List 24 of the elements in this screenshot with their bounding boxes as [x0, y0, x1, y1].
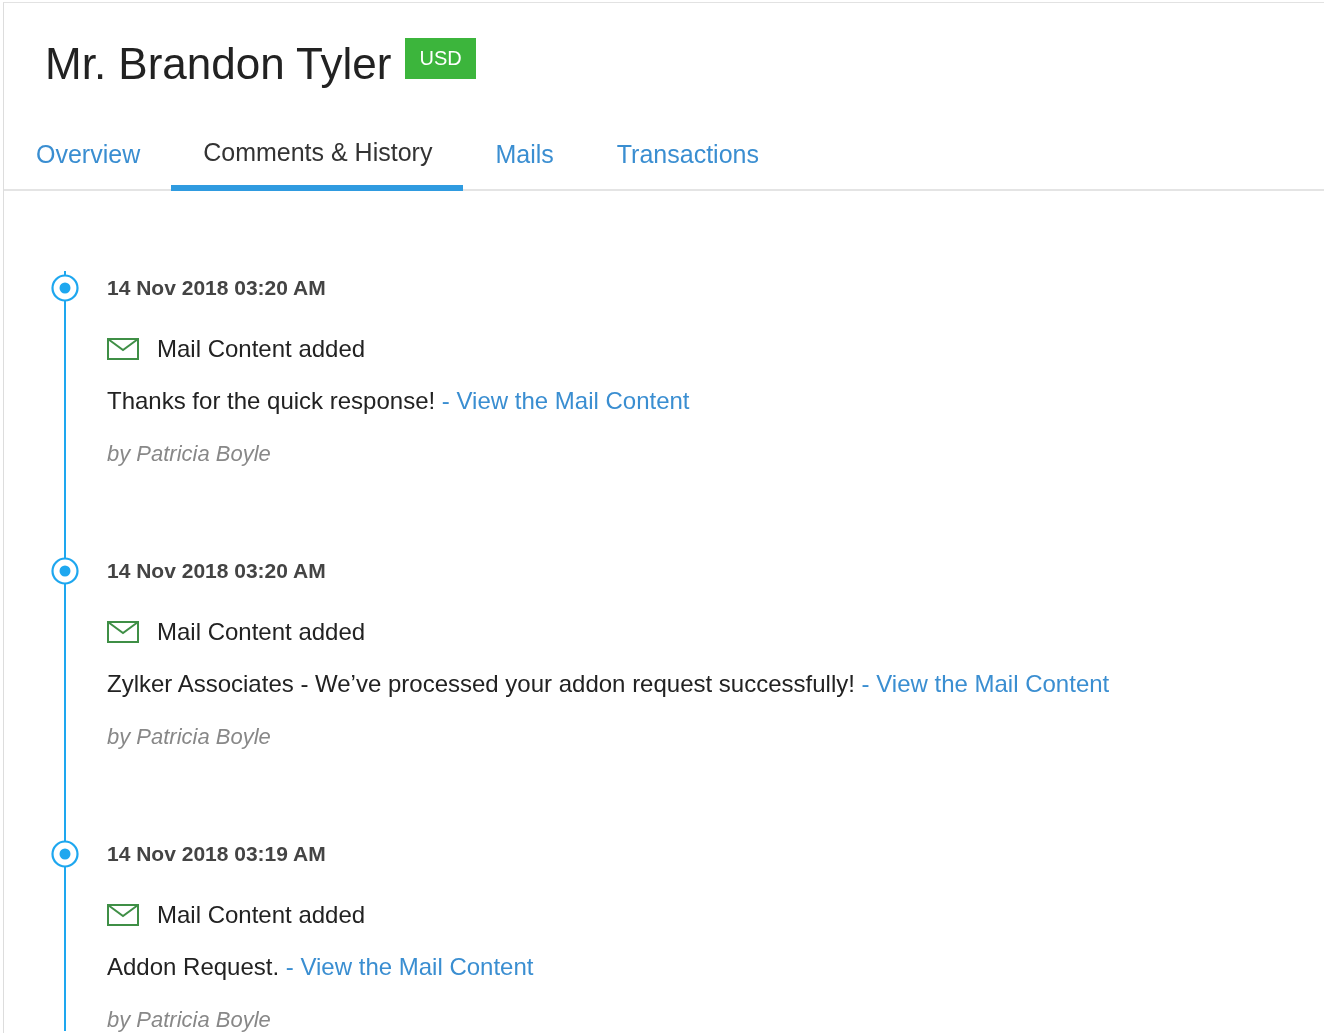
customer-name: Mr. Brandon Tyler — [45, 38, 392, 89]
author-label: by Patricia Boyle — [107, 1006, 272, 1033]
tab[interactable]: Transactions — [584, 128, 790, 191]
event-description: Addon Request. - View the Mail Content — [107, 952, 535, 982]
currency-badge: USD — [405, 38, 476, 79]
author-label: by Patricia Boyle — [107, 723, 272, 751]
view-mail-link[interactable]: - View the Mail Content — [861, 670, 1110, 697]
tab[interactable]: Comments & History — [171, 128, 464, 191]
view-mail-link[interactable]: - View the Mail Content — [441, 387, 690, 414]
tab[interactable]: Mails — [463, 128, 585, 191]
entry-date: 14 Nov 2018 03:20 AM — [107, 558, 327, 584]
entry-date: 14 Nov 2018 03:19 AM — [107, 841, 327, 867]
envelope-icon — [107, 621, 139, 643]
event-title: Mail Content added — [157, 900, 366, 930]
event-title: Mail Content added — [157, 334, 366, 364]
entry-date: 14 Nov 2018 03:20 AM — [107, 275, 327, 301]
envelope-icon — [107, 904, 139, 926]
event-description: Thanks for the quick response! - View the Mail Content — [107, 386, 691, 416]
author-label: by Patricia Boyle — [107, 440, 272, 468]
envelope-icon — [107, 338, 139, 360]
event-title: Mail Content added — [157, 617, 366, 647]
view-mail-link[interactable]: - View the Mail Content — [285, 953, 534, 980]
event-description: Zylker Associates - We’ve processed your addon request successfully! - View the Mail Content — [107, 669, 1111, 699]
tab[interactable]: Overview — [4, 128, 172, 191]
